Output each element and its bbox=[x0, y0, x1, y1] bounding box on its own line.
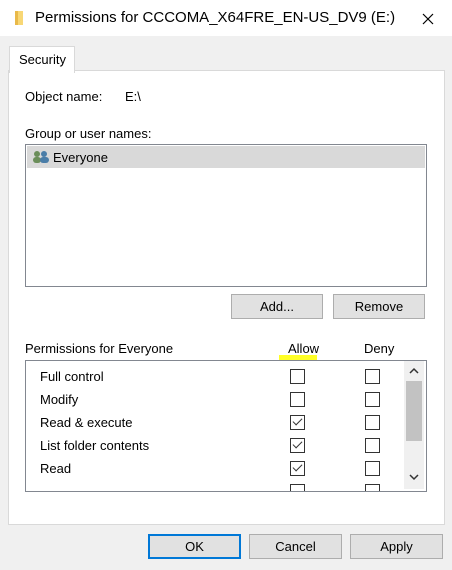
permission-name: Modify bbox=[40, 392, 79, 407]
permission-name: Full control bbox=[40, 369, 104, 384]
folder-icon bbox=[15, 11, 23, 25]
list-item[interactable]: Everyone bbox=[27, 146, 425, 168]
tab-security-label: Security bbox=[19, 52, 66, 67]
ok-button[interactable]: OK bbox=[148, 534, 241, 559]
deny-read-checkbox[interactable] bbox=[365, 461, 380, 476]
object-name-label: Object name: bbox=[25, 89, 103, 104]
permissions-scrollbar[interactable] bbox=[404, 361, 424, 489]
permission-name: List folder contents bbox=[40, 438, 150, 453]
deny-column-header: Deny bbox=[364, 341, 395, 356]
chevron-up-icon[interactable] bbox=[408, 365, 420, 377]
table-row bbox=[26, 480, 404, 491]
table-row: Modify bbox=[26, 388, 404, 411]
scrollbar-thumb[interactable] bbox=[406, 381, 422, 441]
remove-button[interactable]: Remove bbox=[333, 294, 425, 319]
deny-write-checkbox[interactable] bbox=[365, 484, 380, 491]
allow-full-control-checkbox[interactable] bbox=[290, 369, 305, 384]
permissions-list: Full control Modify Read & execute List … bbox=[25, 360, 427, 492]
table-row: Full control bbox=[26, 365, 404, 388]
chevron-down-icon[interactable] bbox=[408, 471, 420, 483]
group-list[interactable]: Everyone bbox=[25, 144, 427, 287]
title-bar: Permissions for CCCOMA_X64FRE_EN-US_DV9 … bbox=[0, 0, 452, 36]
cancel-button[interactable]: Cancel bbox=[249, 534, 342, 559]
allow-read-checkbox[interactable] bbox=[290, 461, 305, 476]
group-name: Everyone bbox=[53, 150, 108, 165]
permission-name: Read & execute bbox=[40, 415, 133, 430]
allow-column-header: Allow bbox=[288, 341, 320, 356]
allow-list-folder-checkbox[interactable] bbox=[290, 438, 305, 453]
apply-button[interactable]: Apply bbox=[350, 534, 443, 559]
group-list-label: Group or user names: bbox=[25, 126, 152, 141]
table-row: List folder contents bbox=[26, 434, 404, 457]
allow-read-execute-checkbox[interactable] bbox=[290, 415, 305, 430]
permission-name: Read bbox=[40, 461, 72, 476]
tab-security[interactable]: Security bbox=[9, 46, 75, 73]
close-icon[interactable] bbox=[415, 6, 441, 32]
table-row: Read & execute bbox=[26, 411, 404, 434]
allow-write-checkbox[interactable] bbox=[290, 484, 305, 491]
window-title: Permissions for CCCOMA_X64FRE_EN-US_DV9 … bbox=[35, 9, 396, 26]
deny-read-execute-checkbox[interactable] bbox=[365, 415, 380, 430]
deny-modify-checkbox[interactable] bbox=[365, 392, 380, 407]
table-row: Read bbox=[26, 457, 404, 480]
add-button[interactable]: Add... bbox=[231, 294, 323, 319]
permissions-header: Permissions for Everyone bbox=[25, 341, 174, 356]
users-icon bbox=[33, 151, 49, 163]
allow-modify-checkbox[interactable] bbox=[290, 392, 305, 407]
deny-full-control-checkbox[interactable] bbox=[365, 369, 380, 384]
object-name-value: E:\ bbox=[125, 89, 141, 104]
deny-list-folder-checkbox[interactable] bbox=[365, 438, 380, 453]
